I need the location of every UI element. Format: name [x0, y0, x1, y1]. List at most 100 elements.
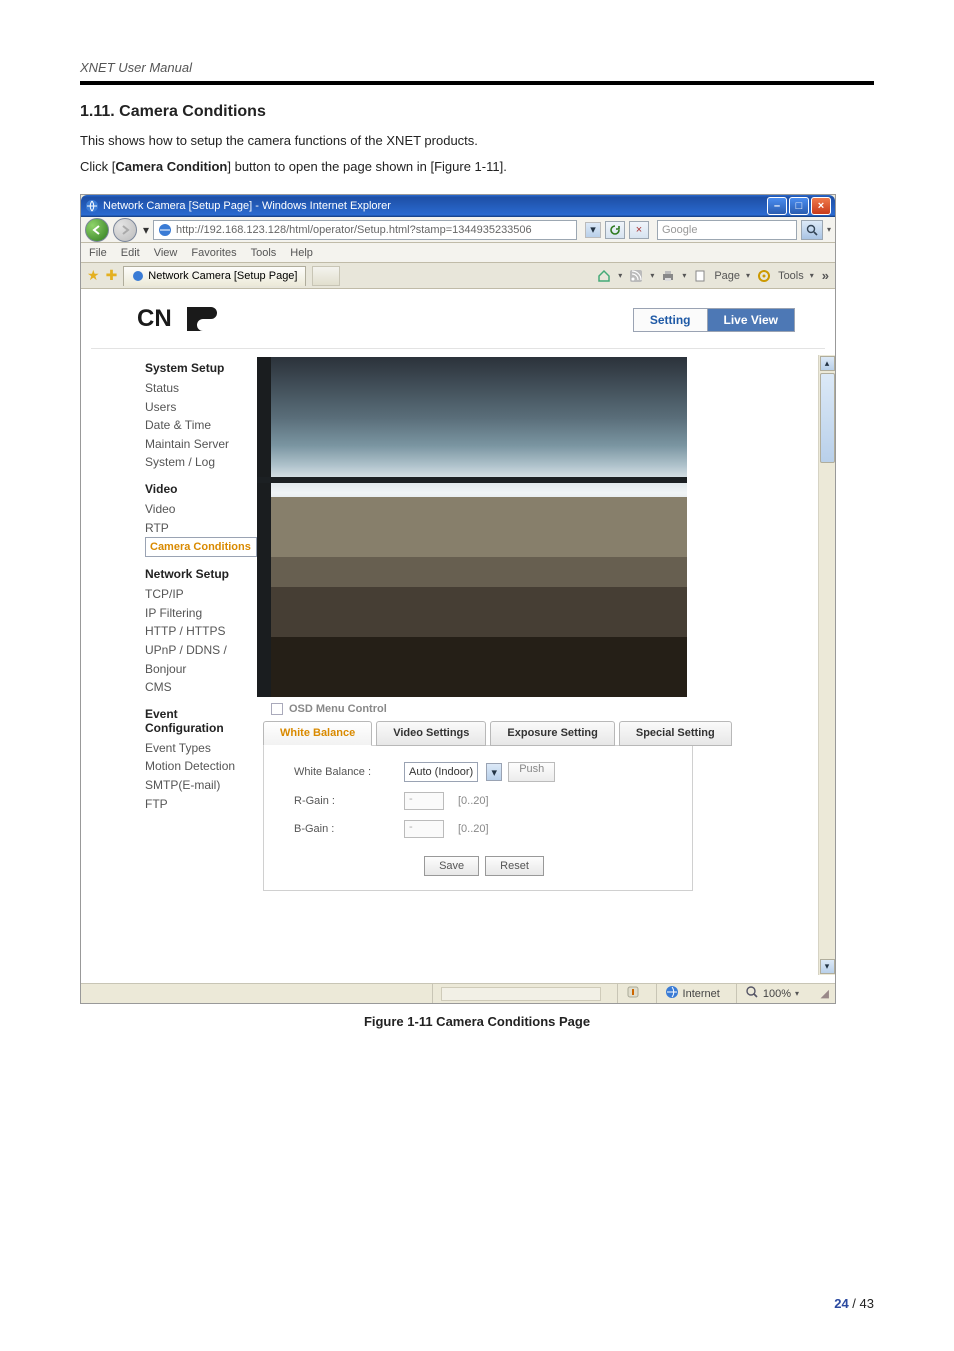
sidebar-item-users[interactable]: Users [145, 398, 257, 417]
zoom-dropdown[interactable]: ▾ [795, 989, 799, 998]
sidebar-item-maintain[interactable]: Maintain Server [145, 435, 257, 454]
more-chevron-icon[interactable]: » [822, 268, 829, 283]
menu-view[interactable]: View [154, 247, 178, 259]
sidebar-item-ipfilter[interactable]: IP Filtering [145, 604, 257, 623]
osd-checkbox[interactable] [271, 703, 283, 715]
sidebar-item-motion[interactable]: Motion Detection [145, 757, 257, 776]
home-icon[interactable] [596, 268, 612, 284]
text: ] button to open the page shown in [Figu… [227, 159, 506, 174]
add-favorite-icon[interactable]: ✚ [106, 267, 118, 284]
favorites-icon[interactable]: ★ [87, 267, 100, 284]
menu-file[interactable]: File [89, 247, 107, 259]
doc-header: XNET User Manual [80, 60, 874, 85]
browser-statusbar: Internet 100% ▾ ◢ [81, 983, 835, 1003]
setting-tab-button[interactable]: Setting [633, 308, 707, 332]
nav-history-dropdown[interactable]: ▾ [143, 223, 149, 237]
sidebar-item-smtp[interactable]: SMTP(E-mail) [145, 776, 257, 795]
bgain-label: B-Gain : [294, 823, 404, 835]
window-maximize-button[interactable]: □ [789, 197, 809, 215]
body-paragraph: Click [Camera Condition] button to open … [80, 157, 874, 177]
search-provider-dropdown[interactable]: ▾ [827, 225, 831, 234]
stop-button[interactable]: × [629, 221, 649, 239]
wb-push-button[interactable]: Push [508, 762, 555, 782]
refresh-button[interactable] [605, 221, 625, 239]
tab-special-setting[interactable]: Special Setting [619, 721, 732, 746]
svg-text:CN: CN [137, 305, 172, 332]
rgain-label: R-Gain : [294, 795, 404, 807]
tab-white-balance[interactable]: White Balance [263, 721, 372, 746]
sidebar-heading-event: Event Configuration [145, 707, 257, 735]
vertical-scrollbar[interactable]: ▴ ▾ [818, 355, 835, 975]
sidebar-item-cms[interactable]: CMS [145, 678, 257, 697]
menu-favorites[interactable]: Favorites [191, 247, 236, 259]
scroll-up-button[interactable]: ▴ [820, 356, 835, 371]
search-button[interactable] [801, 220, 823, 240]
page-icon [158, 223, 172, 237]
status-progress [441, 987, 601, 1001]
bgain-input[interactable]: - [404, 820, 444, 838]
sidebar-item-rtp[interactable]: RTP [145, 519, 257, 538]
page-sep: / [849, 1296, 860, 1311]
reset-button[interactable]: Reset [485, 856, 544, 876]
security-icon [626, 985, 640, 1002]
text-bold: Camera Condition [115, 159, 227, 174]
sidebar-item-video[interactable]: Video [145, 500, 257, 519]
wb-select[interactable]: Auto (Indoor) [404, 762, 478, 782]
window-close-button[interactable]: × [811, 197, 831, 215]
browser-tabbar: ★ ✚ Network Camera [Setup Page] ▾ ▾ ▾ [81, 263, 835, 289]
resize-grip-icon[interactable]: ◢ [815, 987, 829, 1000]
sidebar-item-tcpip[interactable]: TCP/IP [145, 585, 257, 604]
browser-menubar: File Edit View Favorites Tools Help [81, 243, 835, 263]
page-menu-label[interactable]: Page [714, 270, 740, 282]
save-button[interactable]: Save [424, 856, 479, 876]
menu-help[interactable]: Help [290, 247, 313, 259]
feeds-icon[interactable] [628, 268, 644, 284]
window-minimize-button[interactable]: – [767, 197, 787, 215]
sidebar-item-ftp[interactable]: FTP [145, 795, 257, 814]
print-icon[interactable] [660, 268, 676, 284]
nav-forward-button[interactable] [113, 218, 137, 242]
address-dropdown[interactable]: ▾ [585, 222, 601, 238]
page-number: 24 / 43 [834, 1296, 874, 1311]
wb-select-dropdown[interactable]: ▾ [486, 763, 502, 781]
sidebar-item-eventtypes[interactable]: Event Types [145, 739, 257, 758]
camera-preview [257, 357, 687, 697]
rgain-input[interactable]: - [404, 792, 444, 810]
brand-logo: CN [137, 303, 227, 336]
menu-edit[interactable]: Edit [121, 247, 140, 259]
scroll-down-button[interactable]: ▾ [820, 959, 835, 974]
ie-icon [85, 199, 99, 213]
search-input[interactable]: Google [657, 220, 797, 240]
sidebar-item-upnp[interactable]: UPnP / DDNS / Bonjour [145, 641, 257, 678]
new-tab-button[interactable] [312, 266, 340, 286]
scroll-thumb[interactable] [820, 373, 835, 463]
zoom-value[interactable]: 100% [763, 988, 791, 1000]
sidebar-item-http[interactable]: HTTP / HTTPS [145, 622, 257, 641]
white-balance-panel: White Balance : Auto (Indoor) ▾ Push R-G… [263, 745, 693, 891]
browser-tab[interactable]: Network Camera [Setup Page] [123, 266, 306, 286]
figure-caption: Figure 1-11 Camera Conditions Page [80, 1014, 874, 1029]
sidebar-item-systemlog[interactable]: System / Log [145, 453, 257, 472]
sidebar-item-camera-conditions[interactable]: Camera Conditions [145, 537, 257, 557]
sidebar-item-status[interactable]: Status [145, 379, 257, 398]
sidebar-heading-video: Video [145, 482, 257, 496]
ie-icon [132, 270, 144, 282]
tab-exposure-setting[interactable]: Exposure Setting [490, 721, 614, 746]
menu-tools[interactable]: Tools [251, 247, 277, 259]
tab-video-settings[interactable]: Video Settings [376, 721, 486, 746]
browser-screenshot: Network Camera [Setup Page] - Windows In… [80, 194, 836, 1004]
sidebar-item-datetime[interactable]: Date & Time [145, 416, 257, 435]
tools-menu-label[interactable]: Tools [778, 270, 804, 282]
browser-navbar: ▾ http://192.168.123.128/html/operator/S… [81, 217, 835, 243]
page-icon[interactable] [692, 268, 708, 284]
zoom-icon[interactable] [745, 985, 759, 1002]
page-content: CN Setting Live View System Setup Status… [81, 289, 835, 983]
body-paragraph: This shows how to setup the camera funct… [80, 131, 874, 151]
nav-back-button[interactable] [85, 218, 109, 242]
tools-icon[interactable] [756, 268, 772, 284]
section-title: 1.11. Camera Conditions [80, 103, 874, 121]
address-bar[interactable]: http://192.168.123.128/html/operator/Set… [153, 220, 577, 240]
internet-zone-label: Internet [683, 988, 720, 1000]
text: Click [ [80, 159, 115, 174]
live-view-tab-button[interactable]: Live View [707, 308, 795, 332]
